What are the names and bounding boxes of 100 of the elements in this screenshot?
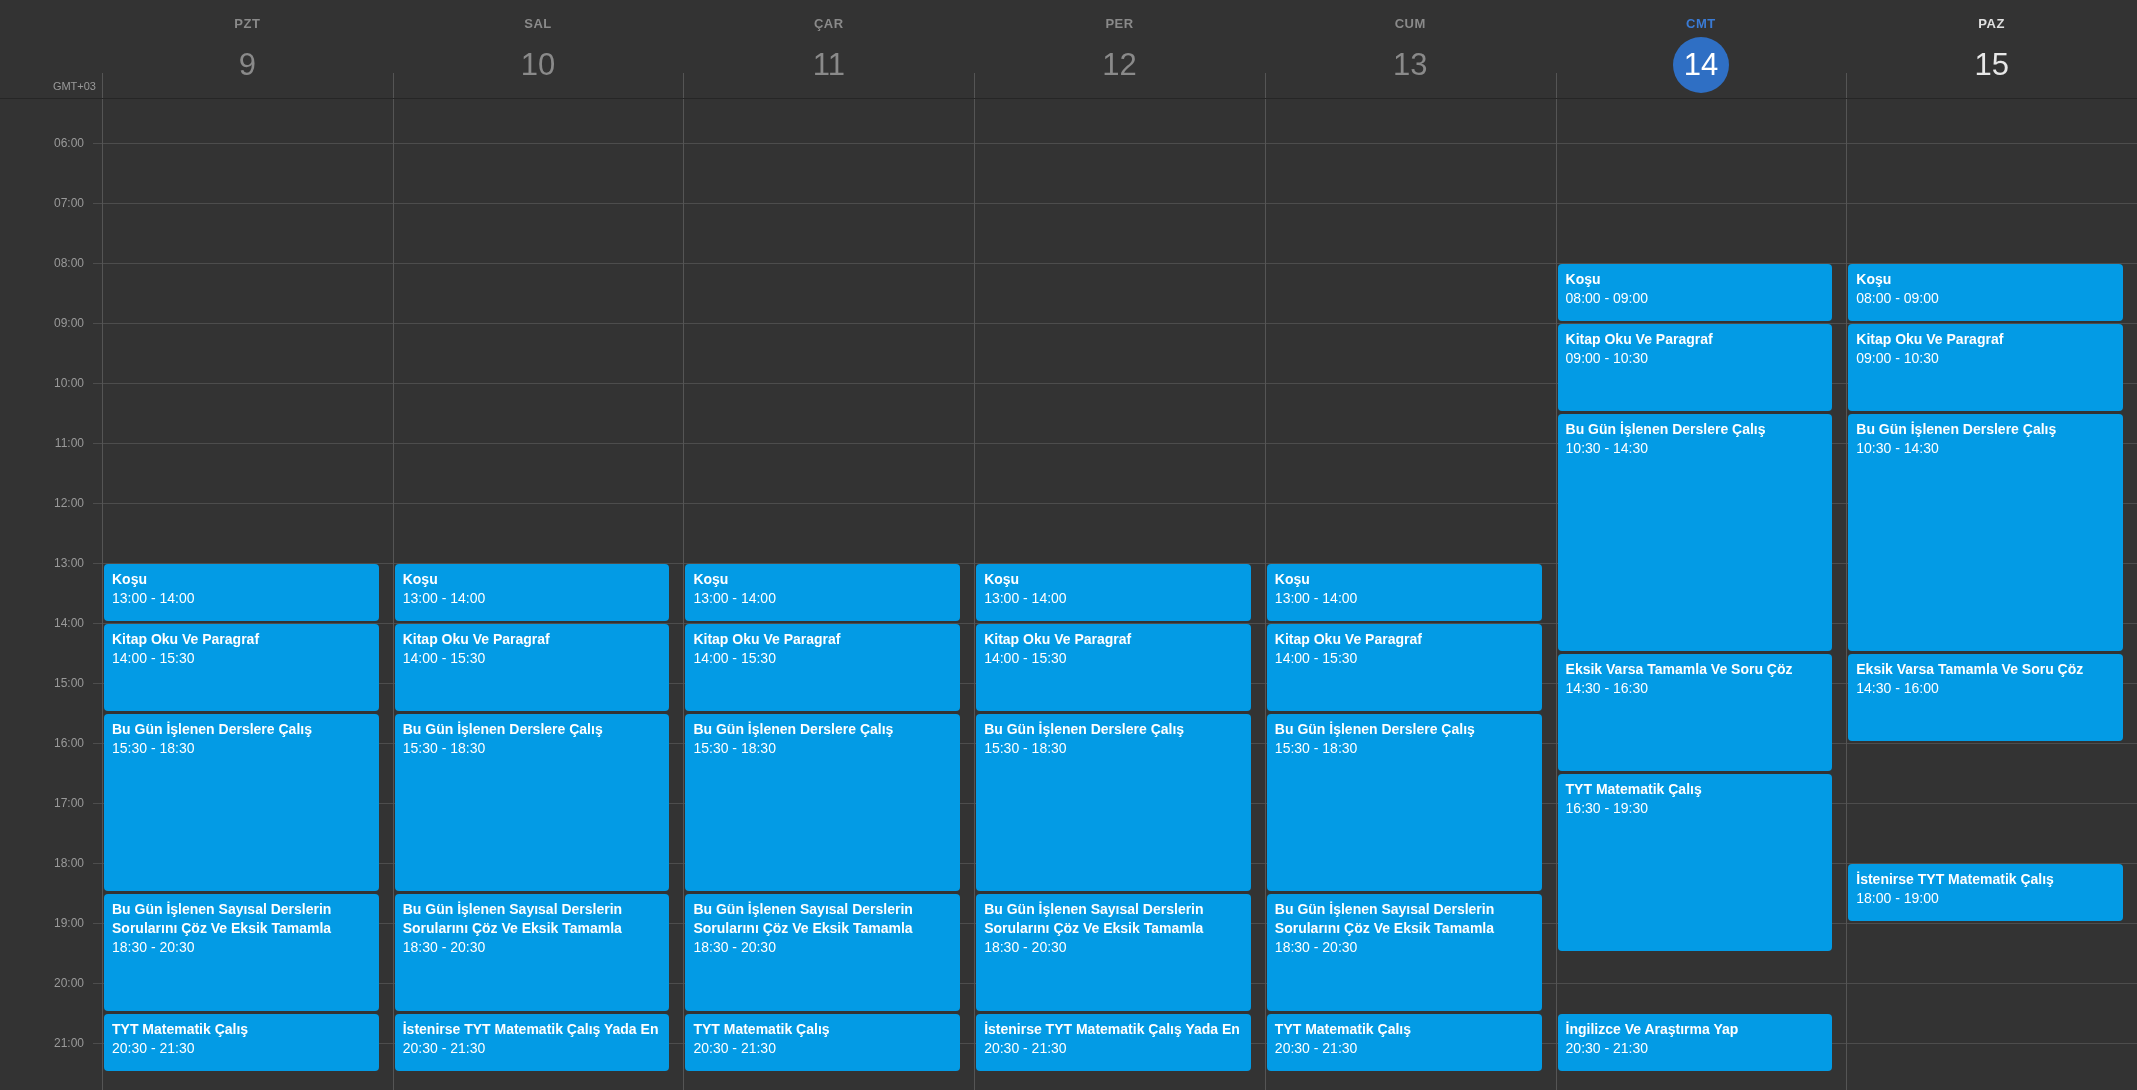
calendar-event[interactable]: İstenirse TYT Matematik Çalış Yada En 20:30 - 21:30 [394, 1014, 670, 1071]
calendar-event[interactable]: İstenirse TYT Matematik Çalış 18:00 - 19:00 [1848, 864, 2123, 921]
event-title: Koşu [1274, 570, 1311, 589]
calendar-event[interactable]: Kitap Oku Ve Paragraf 14:00 - 15:30 [1266, 624, 1542, 711]
hour-label: 15:00 [53, 676, 84, 690]
event-time: 18:30 - 20:30 [984, 938, 1068, 957]
calendar-event[interactable]: TYT Matematik Çalış 20:30 - 21:30 [685, 1014, 961, 1071]
calendar-event[interactable]: Kitap Oku Ve Paragraf 14:00 - 15:30 [685, 624, 961, 711]
hour-label: 07:00 [53, 196, 84, 210]
day-number[interactable]: 14 [1672, 37, 1729, 93]
calendar-event[interactable]: Kitap Oku Ve Paragraf 14:00 - 15:30 [104, 624, 379, 711]
hour-label: 17:00 [53, 796, 84, 810]
hour-label: 16:00 [53, 736, 84, 750]
event-title: TYT Matematik Çalış [1274, 1020, 1412, 1039]
event-time: 13:00 - 14:00 [1274, 589, 1359, 608]
calendar-event[interactable]: Bu Gün İşlenen Derslere Çalış 15:30 - 18:30 [104, 714, 379, 891]
event-title: Kitap Oku Ve Paragraf [1565, 330, 1714, 349]
event-title: Bu Gün İşlenen Derslere Çalış [112, 720, 313, 739]
calendar-event[interactable]: Bu Gün İşlenen Sayısal Derslerin Sorularını Çöz Ve Eksik Tamamla 18:30 - 20:30 [104, 894, 379, 1011]
day-number[interactable]: 12 [1091, 37, 1148, 93]
calendar-event[interactable]: Koşu 08:00 - 09:00 [1557, 264, 1833, 321]
calendar-event[interactable]: Bu Gün İşlenen Derslere Çalış 10:30 - 14:30 [1557, 414, 1833, 651]
event-time: 13:00 - 14:00 [402, 589, 487, 608]
calendar-event[interactable]: İngilizce Ve Araştırma Yap 20:30 - 21:30 [1557, 1014, 1833, 1071]
calendar-event[interactable]: Eksik Varsa Tamamla Ve Soru Çöz 14:30 - 16:00 [1848, 654, 2123, 741]
event-title: Kitap Oku Ve Paragraf [1856, 330, 2005, 349]
event-title: Kitap Oku Ve Paragraf [984, 630, 1133, 649]
calendar-event[interactable]: TYT Matematik Çalış 20:30 - 21:30 [1266, 1014, 1542, 1071]
event-title: TYT Matematik Çalış [1565, 780, 1703, 799]
weekday-label: CMT [1686, 16, 1716, 31]
calendar-event[interactable]: Bu Gün İşlenen Sayısal Derslerin Sorularını Çöz Ve Eksik Tamamla 18:30 - 20:30 [976, 894, 1251, 1011]
hour-label: 12:00 [53, 496, 84, 510]
calendar-event[interactable]: Koşu 13:00 - 14:00 [1266, 564, 1542, 621]
event-time: 13:00 - 14:00 [112, 589, 196, 608]
event-time: 18:30 - 20:30 [112, 938, 196, 957]
calendar-event[interactable]: Bu Gün İşlenen Sayısal Derslerin Sorularını Çöz Ve Eksik Tamamla 18:30 - 20:30 [685, 894, 961, 1011]
day-number[interactable]: 15 [1963, 37, 2020, 93]
event-title: Koşu [402, 570, 439, 589]
event-time: 10:30 - 14:30 [1565, 439, 1650, 458]
day-number[interactable]: 9 [219, 37, 276, 93]
event-time: 18:30 - 20:30 [402, 938, 487, 957]
event-title: Bu Gün İşlenen Derslere Çalış [402, 720, 604, 739]
calendar-event[interactable]: Eksik Varsa Tamamla Ve Soru Çöz 14:30 - 16:30 [1557, 654, 1833, 771]
calendar-event[interactable]: Kitap Oku Ve Paragraf 14:00 - 15:30 [394, 624, 670, 711]
weekday-label: ÇAR [813, 16, 844, 31]
event-title: TYT Matematik Çalış [112, 1020, 250, 1039]
hour-label: 06:00 [53, 136, 84, 150]
event-time: 20:30 - 21:30 [984, 1039, 1068, 1058]
event-title: Koşu [984, 570, 1021, 589]
event-time: 14:30 - 16:30 [1565, 679, 1650, 698]
hour-label: 14:00 [53, 616, 84, 630]
hour-label: 10:00 [53, 376, 84, 390]
event-title: Bu Gün İşlenen Derslere Çalış [1856, 420, 2058, 439]
hour-label: 09:00 [53, 316, 84, 330]
calendar-event[interactable]: Koşu 13:00 - 14:00 [685, 564, 961, 621]
event-title: Bu Gün İşlenen Sayısal Derslerin Sorularını Çöz Ve Eksik Tamamla [693, 900, 914, 938]
weekday-label: PZT [234, 16, 261, 31]
calendar-event[interactable]: Bu Gün İşlenen Derslere Çalış 15:30 - 18:30 [685, 714, 961, 891]
calendar-event[interactable]: Kitap Oku Ve Paragraf 09:00 - 10:30 [1848, 324, 2123, 411]
event-title: Bu Gün İşlenen Sayısal Derslerin Sorularını Çöz Ve Eksik Tamamla [402, 900, 624, 938]
event-time: 14:00 - 15:30 [112, 649, 196, 668]
event-time: 16:30 - 19:30 [1565, 799, 1650, 818]
event-title: Bu Gün İşlenen Sayısal Derslerin Sorularını Çöz Ve Eksik Tamamla [984, 900, 1205, 938]
calendar-event[interactable]: Bu Gün İşlenen Sayısal Derslerin Sorularını Çöz Ve Eksik Tamamla 18:30 - 20:30 [1266, 894, 1542, 1011]
calendar-event[interactable]: Kitap Oku Ve Paragraf 09:00 - 10:30 [1557, 324, 1833, 411]
event-time: 20:30 - 21:30 [112, 1039, 196, 1058]
event-time: 09:00 - 10:30 [1856, 349, 1940, 368]
event-title: Bu Gün İşlenen Derslere Çalış [1274, 720, 1476, 739]
event-title: Bu Gün İşlenen Derslere Çalış [693, 720, 895, 739]
calendar-event[interactable]: Koşu 08:00 - 09:00 [1848, 264, 2123, 321]
event-time: 18:00 - 19:00 [1856, 889, 1940, 908]
hour-label: 19:00 [53, 916, 84, 930]
calendar-event[interactable]: TYT Matematik Çalış 16:30 - 19:30 [1557, 774, 1833, 951]
day-number[interactable]: 11 [800, 37, 857, 93]
calendar-event[interactable]: Koşu 13:00 - 14:00 [394, 564, 670, 621]
calendar-event[interactable]: Kitap Oku Ve Paragraf 14:00 - 15:30 [976, 624, 1251, 711]
weekday-label: SAL [524, 16, 552, 31]
calendar-event[interactable]: Bu Gün İşlenen Derslere Çalış 15:30 - 18:30 [394, 714, 670, 891]
event-time: 10:30 - 14:30 [1856, 439, 1940, 458]
calendar-event[interactable]: İstenirse TYT Matematik Çalış Yada En 20:30 - 21:30 [976, 1014, 1251, 1071]
event-title: İngilizce Ve Araştırma Yap [1565, 1020, 1740, 1039]
hour-label: 21:00 [53, 1036, 84, 1050]
calendar-event[interactable]: Bu Gün İşlenen Sayısal Derslerin Sorularını Çöz Ve Eksik Tamamla 18:30 - 20:30 [394, 894, 670, 1011]
hour-label: 08:00 [53, 256, 84, 270]
event-title: Kitap Oku Ve Paragraf [693, 630, 842, 649]
calendar-event[interactable]: Bu Gün İşlenen Derslere Çalış 15:30 - 18:30 [976, 714, 1251, 891]
calendar-event[interactable]: Koşu 13:00 - 14:00 [976, 564, 1251, 621]
event-title: İstenirse TYT Matematik Çalış Yada En [984, 1020, 1241, 1039]
day-number[interactable]: 13 [1382, 37, 1439, 93]
event-title: İstenirse TYT Matematik Çalış [1856, 870, 2055, 889]
calendar-event[interactable]: Bu Gün İşlenen Derslere Çalış 15:30 - 18:30 [1266, 714, 1542, 891]
event-title: Kitap Oku Ve Paragraf [112, 630, 261, 649]
calendar-event[interactable]: Bu Gün İşlenen Derslere Çalış 10:30 - 14:30 [1848, 414, 2123, 651]
event-time: 20:30 - 21:30 [1565, 1039, 1650, 1058]
hour-label: 11:00 [54, 436, 84, 450]
event-title: TYT Matematik Çalış [693, 1020, 831, 1039]
calendar-event[interactable]: TYT Matematik Çalış 20:30 - 21:30 [104, 1014, 379, 1071]
day-number[interactable]: 10 [510, 37, 567, 93]
event-time: 14:00 - 15:30 [984, 649, 1068, 668]
calendar-event[interactable]: Koşu 13:00 - 14:00 [104, 564, 379, 621]
